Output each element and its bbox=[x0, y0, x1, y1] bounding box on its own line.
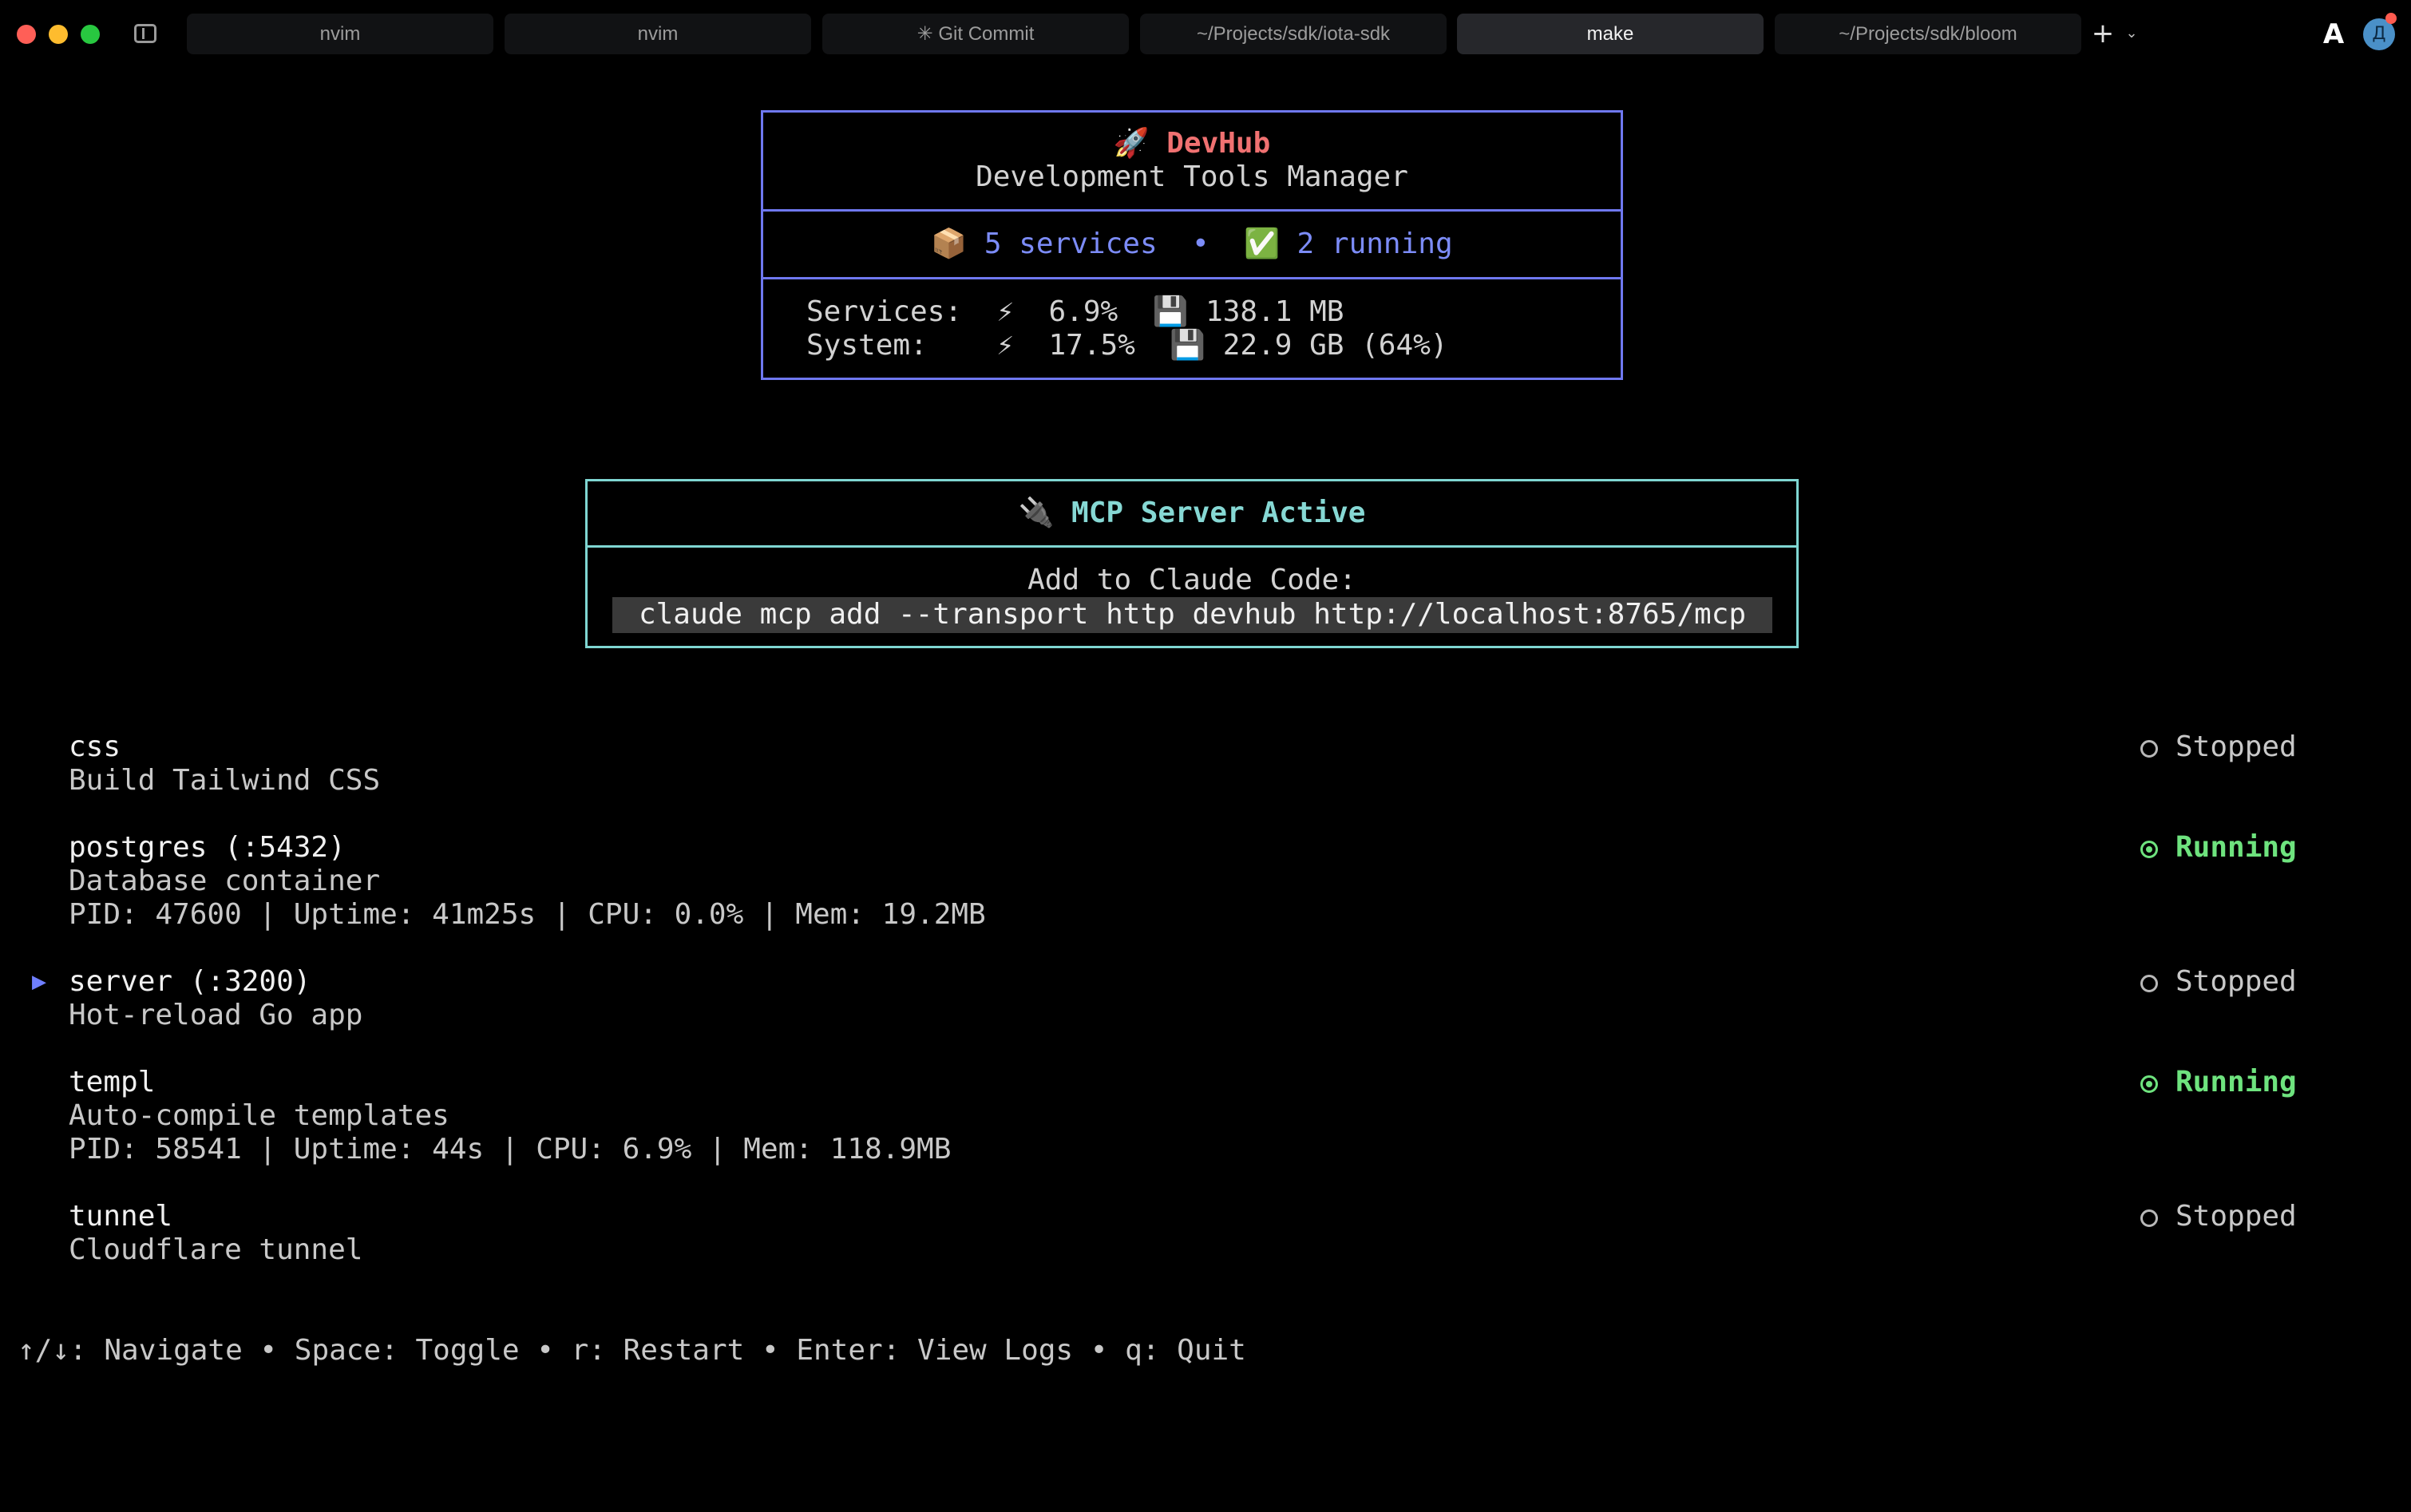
selection-arrow-icon: ▶ bbox=[32, 968, 47, 995]
terminal-window: nvim nvim ✳ Git Commit ~/Projects/sdk/io… bbox=[0, 0, 2411, 1512]
stopped-status-icon bbox=[2140, 975, 2158, 992]
service-status-server: Stopped bbox=[2175, 965, 2297, 998]
tab-bloom[interactable]: ~/Projects/sdk/bloom bbox=[1775, 14, 2081, 54]
chevron-down-icon[interactable]: ⌄ bbox=[2124, 22, 2140, 45]
title-bar: nvim nvim ✳ Git Commit ~/Projects/sdk/io… bbox=[0, 0, 2411, 69]
service-description: Database container bbox=[69, 865, 381, 897]
package-icon: 📦 bbox=[931, 228, 968, 260]
running-status-icon bbox=[2140, 841, 2158, 858]
mem-value: 138.1 MB bbox=[1206, 295, 1344, 328]
bullet: • bbox=[1191, 228, 1209, 260]
close-window-button[interactable] bbox=[17, 25, 36, 44]
service-description: Auto-compile templates bbox=[69, 1099, 449, 1132]
floppy-icon: 💾 bbox=[1170, 329, 1206, 362]
sidebar-toggle-icon[interactable] bbox=[134, 24, 156, 43]
minimize-window-button[interactable] bbox=[49, 25, 68, 44]
mcp-command[interactable]: claude mcp add --transport http devhub h… bbox=[612, 598, 1772, 631]
running-count: 2 running bbox=[1297, 228, 1453, 260]
app-subtitle: Development Tools Manager bbox=[976, 160, 1408, 193]
stats-label: System: bbox=[806, 329, 928, 362]
maximize-window-button[interactable] bbox=[81, 25, 100, 44]
notification-dot bbox=[2385, 13, 2397, 24]
service-status-templ: Running bbox=[2175, 1066, 2297, 1098]
stats-label: Services: bbox=[806, 295, 963, 328]
cpu-value: 17.5% bbox=[1048, 329, 1135, 362]
floppy-icon: 💾 bbox=[1152, 295, 1189, 328]
divider bbox=[585, 545, 1799, 548]
cpu-value: 6.9% bbox=[1048, 295, 1118, 328]
service-status-css: Stopped bbox=[2175, 730, 2297, 763]
service-name-server[interactable]: server (:3200) bbox=[69, 965, 311, 999]
service-status-tunnel: Stopped bbox=[2175, 1200, 2297, 1233]
devhub-title-line: 🚀 DevHub bbox=[763, 127, 1621, 160]
stopped-status-icon bbox=[2140, 740, 2158, 758]
service-process-details: PID: 58541 | Uptime: 44s | CPU: 6.9% | M… bbox=[69, 1133, 952, 1166]
tab-nvim-1[interactable]: nvim bbox=[187, 14, 493, 54]
plug-icon: 🔌 bbox=[1018, 497, 1055, 529]
lightning-icon: ⚡ bbox=[996, 329, 1015, 362]
services-count: 5 services bbox=[984, 228, 1158, 260]
service-description: Hot-reload Go app bbox=[69, 999, 363, 1031]
tab-iota-sdk[interactable]: ~/Projects/sdk/iota-sdk bbox=[1140, 14, 1447, 54]
plus-icon[interactable]: + bbox=[2090, 14, 2116, 53]
check-icon: ✅ bbox=[1244, 228, 1280, 260]
service-name-templ[interactable]: templ bbox=[69, 1066, 155, 1099]
app-logo-icon[interactable]: A bbox=[2319, 19, 2348, 49]
service-status-postgres: Running bbox=[2175, 831, 2297, 864]
mcp-title: MCP Server Active bbox=[1071, 497, 1366, 529]
tab-nvim-2[interactable]: nvim bbox=[505, 14, 811, 54]
mcp-hint: Add to Claude Code: bbox=[1027, 564, 1356, 596]
services-stats-row: Services: ⚡ 6.9% 💾 138.1 MB bbox=[806, 295, 1344, 329]
service-description: Cloudflare tunnel bbox=[69, 1233, 363, 1266]
service-name-css[interactable]: css bbox=[69, 730, 121, 764]
running-status-icon bbox=[2140, 1075, 2158, 1093]
service-summary: 📦 5 services • ✅ 2 running bbox=[763, 228, 1621, 261]
rocket-icon: 🚀 bbox=[1113, 127, 1150, 160]
stopped-status-icon bbox=[2140, 1209, 2158, 1227]
keyboard-help-bar: ↑/↓: Navigate • Space: Toggle • r: Resta… bbox=[18, 1334, 1246, 1367]
service-name-postgres[interactable]: postgres (:5432) bbox=[69, 831, 346, 865]
mcp-title-line: 🔌 MCP Server Active bbox=[588, 497, 1796, 530]
tab-git-commit[interactable]: ✳ Git Commit bbox=[822, 14, 1129, 54]
mem-value: 22.9 GB (64%) bbox=[1222, 329, 1448, 362]
app-title: DevHub bbox=[1166, 127, 1271, 160]
tab-make[interactable]: make bbox=[1457, 14, 1764, 54]
service-process-details: PID: 47600 | Uptime: 41m25s | CPU: 0.0% … bbox=[69, 898, 986, 931]
divider bbox=[761, 277, 1623, 279]
service-description: Build Tailwind CSS bbox=[69, 764, 381, 797]
lightning-icon: ⚡ bbox=[996, 295, 1015, 328]
service-name-tunnel[interactable]: tunnel bbox=[69, 1200, 172, 1233]
system-stats-row: System: ⚡ 17.5% 💾 22.9 GB (64%) bbox=[806, 329, 1447, 362]
divider bbox=[761, 209, 1623, 212]
